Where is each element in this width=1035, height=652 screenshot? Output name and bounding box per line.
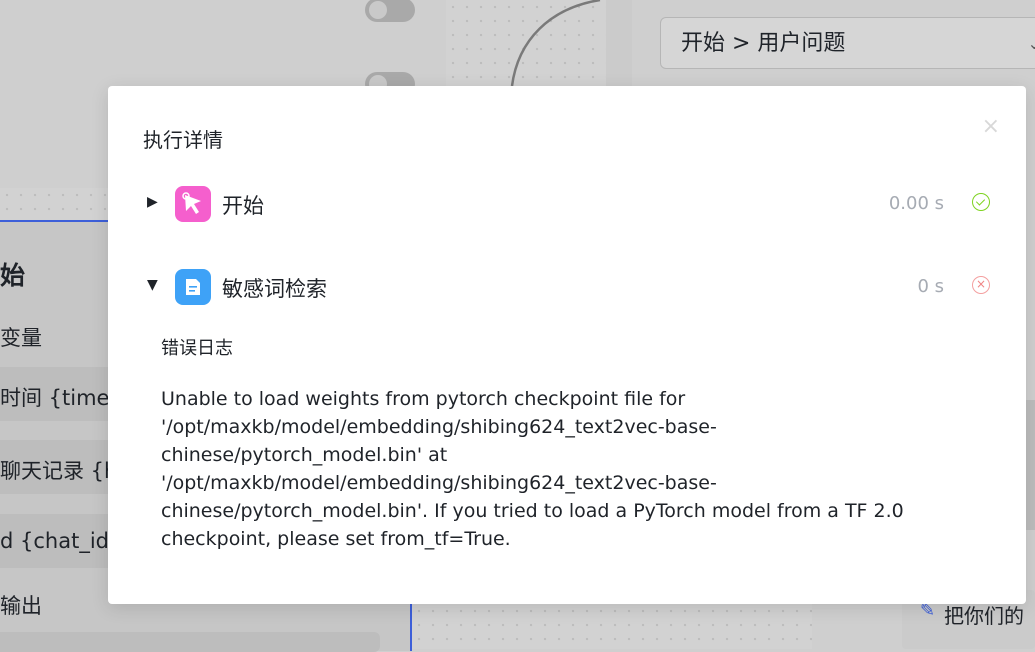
variables-label: 变量: [0, 326, 42, 350]
step-name: 开始: [222, 194, 264, 218]
error-x-icon: ×: [972, 276, 990, 294]
step-row-start[interactable]: ▶ 开始 0.00 s: [143, 186, 996, 226]
step-name: 敏感词检索: [222, 277, 327, 301]
execution-details-dialog: 执行详情 × ▶ 开始 0.00 s ▼ 敏感词检索 0 s × 错误日志 Un…: [108, 86, 1026, 604]
caret-right-icon[interactable]: ▶: [147, 194, 158, 210]
start-node-title: 始: [0, 261, 26, 290]
field-history: 聊天记录 {h: [0, 459, 118, 483]
field-chat-id: d {chat_id}: [0, 529, 123, 553]
connection-line: [510, 0, 601, 87]
breadcrumb-select-value: 开始 > 用户问题: [681, 31, 846, 56]
caret-down-icon[interactable]: ▼: [147, 277, 158, 293]
canvas-grid: [412, 604, 812, 649]
reply-card-text: 把你们的: [944, 604, 1024, 628]
step-duration: 0 s: [917, 276, 944, 297]
cursor-icon: [175, 186, 211, 222]
output-label: 输出: [0, 594, 42, 618]
canvas-grid: [0, 188, 108, 220]
error-log-label: 错误日志: [161, 338, 233, 359]
step-duration: 0.00 s: [888, 193, 944, 214]
toggle-switch[interactable]: [365, 0, 415, 22]
breadcrumb-select[interactable]: 开始 > 用户问题 ⌄: [660, 17, 1035, 69]
close-icon[interactable]: ×: [982, 114, 1000, 139]
dialog-title: 执行详情: [143, 128, 223, 152]
success-check-icon: [972, 193, 990, 211]
chevron-down-icon: ⌄: [1027, 34, 1035, 53]
error-log-message: Unable to load weights from pytorch chec…: [161, 388, 904, 550]
step-row-sensitive-word-search[interactable]: ▼ 敏感词检索 0 s ×: [143, 269, 996, 309]
field-row: [0, 632, 380, 652]
right-panel-edge: [1026, 400, 1035, 530]
document-icon: [175, 269, 211, 305]
field-time: 时间 {time}: [0, 386, 123, 410]
